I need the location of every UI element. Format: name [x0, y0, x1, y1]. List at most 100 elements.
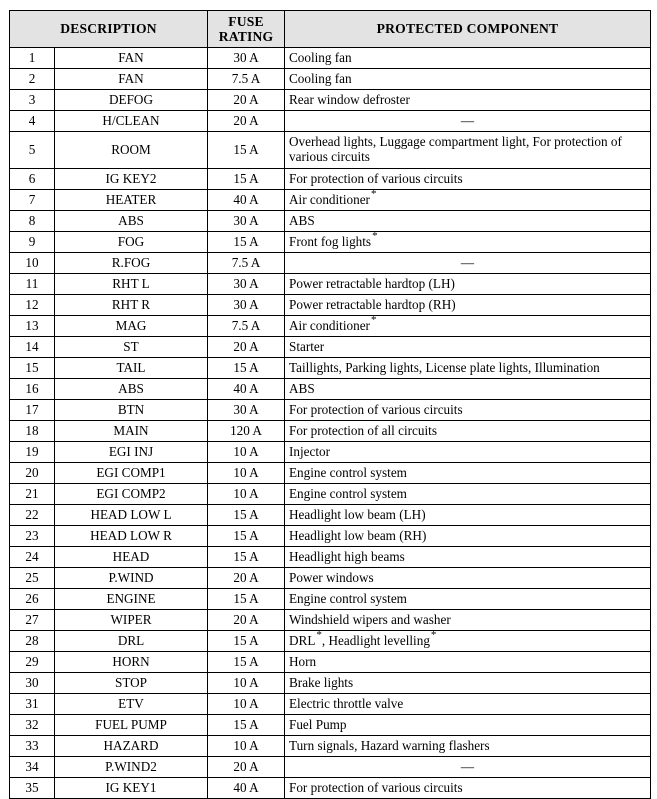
cell-protected-component-none: —	[284, 252, 651, 274]
table-row: 16 ABS 40 A ABS	[9, 378, 651, 400]
cell-fuse-rating: 30 A	[207, 273, 285, 295]
cell-fuse-rating: 30 A	[207, 399, 285, 421]
cell-fuse-number: 9	[9, 231, 55, 253]
table-row: 11 RHT L 30 A Power retractable hardtop (LH…	[9, 273, 651, 295]
cell-protected-component: Power retractable hardtop (RH)	[284, 294, 651, 316]
cell-protected-component: Turn signals, Hazard warning flashers	[284, 735, 651, 757]
cell-fuse-rating: 15 A	[207, 504, 285, 526]
cell-fuse-description: HEAD LOW L	[54, 504, 208, 526]
cell-fuse-number: 8	[9, 210, 55, 232]
table-row: 20 EGI COMP1 10 A Engine control system	[9, 462, 651, 484]
table-row: 15 TAIL 15 A Taillights, Parking lights, Li…	[9, 357, 651, 379]
cell-fuse-number: 13	[9, 315, 55, 337]
cell-fuse-rating: 10 A	[207, 693, 285, 715]
cell-fuse-rating: 20 A	[207, 567, 285, 589]
cell-protected-component: Headlight low beam (RH)	[284, 525, 651, 547]
table-row: 13 MAG 7.5 A Air conditioner*	[9, 314, 651, 337]
table-row: 32 FUEL PUMP 15 A Fuel Pump	[9, 714, 651, 736]
cell-protected-component: Front fog lights*	[284, 230, 651, 253]
footnote-asterisk-icon: *	[372, 230, 378, 243]
fuse-specification-table: DESCRIPTION FUSE RATING PROTECTED COMPON…	[9, 10, 651, 799]
footnote-asterisk-icon: *	[370, 188, 377, 201]
cell-fuse-number: 33	[9, 735, 55, 757]
cell-protected-component: Taillights, Parking lights, License plat…	[284, 357, 651, 379]
cell-fuse-number: 3	[9, 89, 55, 111]
cell-protected-component: Brake lights	[284, 672, 651, 694]
cell-protected-component: ABS	[284, 378, 651, 400]
table-row: 1 FAN 30 A Cooling fan	[9, 47, 651, 69]
cell-protected-component: Electric throttle valve	[284, 693, 651, 715]
cell-fuse-description: RHT R	[54, 294, 208, 316]
cell-fuse-rating: 7.5 A	[207, 252, 285, 274]
cell-fuse-number: 2	[9, 68, 55, 90]
cell-fuse-description: EGI INJ	[54, 441, 208, 463]
table-row: 23 HEAD LOW R 15 A Headlight low beam (RH)	[9, 525, 651, 547]
table-row: 31 ETV 10 A Electric throttle valve	[9, 693, 651, 715]
cell-fuse-rating: 15 A	[207, 357, 285, 379]
table-row: 18 MAIN 120 A For protection of all circuit…	[9, 420, 651, 442]
cell-fuse-number: 25	[9, 567, 55, 589]
table-row: 4 H/CLEAN 20 A —	[9, 110, 651, 132]
cell-fuse-number: 26	[9, 588, 55, 610]
table-row: 17 BTN 30 A For protection of various circu…	[9, 399, 651, 421]
footnote-asterisk-icon: *	[370, 314, 377, 327]
cell-protected-component: Windshield wipers and washer	[284, 609, 651, 631]
cell-fuse-description: ETV	[54, 693, 208, 715]
column-header-fuse-rating: FUSE RATING	[207, 10, 285, 48]
table-row: 3 DEFOG 20 A Rear window defroster	[9, 89, 651, 111]
cell-fuse-number: 35	[9, 777, 55, 799]
cell-fuse-description: FUEL PUMP	[54, 714, 208, 736]
cell-fuse-number: 18	[9, 420, 55, 442]
cell-fuse-rating: 20 A	[207, 609, 285, 631]
cell-fuse-number: 24	[9, 546, 55, 568]
table-row: 9 FOG 15 A Front fog lights*	[9, 230, 651, 253]
cell-fuse-number: 20	[9, 462, 55, 484]
cell-protected-component: Headlight high beams	[284, 546, 651, 568]
cell-protected-component: Rear window defroster	[284, 89, 651, 111]
cell-fuse-rating: 15 A	[207, 231, 285, 253]
cell-fuse-number: 28	[9, 630, 55, 652]
protected-component-text: Overhead lights, Luggage compartment lig…	[289, 134, 622, 164]
cell-protected-component: For protection of various circuits	[284, 168, 651, 190]
cell-protected-component: Power retractable hardtop (LH)	[284, 273, 651, 295]
cell-fuse-number: 16	[9, 378, 55, 400]
cell-protected-component: Starter	[284, 336, 651, 358]
column-header-protected-component: PROTECTED COMPONENT	[284, 10, 651, 48]
cell-protected-component: For protection of various circuits	[284, 399, 651, 421]
cell-protected-component: Injector	[284, 441, 651, 463]
cell-fuse-description: IG KEY2	[54, 168, 208, 190]
cell-fuse-rating: 20 A	[207, 110, 285, 132]
cell-protected-component: Fuel Pump	[284, 714, 651, 736]
protected-component-text: Air conditioner	[289, 317, 370, 333]
cell-fuse-number: 7	[9, 189, 55, 211]
cell-fuse-rating: 15 A	[207, 714, 285, 736]
table-row: 10 R.FOG 7.5 A —	[9, 252, 651, 274]
cell-protected-component: For protection of various circuits	[284, 777, 651, 799]
cell-fuse-description: HORN	[54, 651, 208, 673]
table-row: 25 P.WIND 20 A Power windows	[9, 567, 651, 589]
cell-fuse-rating: 15 A	[207, 525, 285, 547]
cell-fuse-rating: 10 A	[207, 672, 285, 694]
cell-fuse-rating: 20 A	[207, 756, 285, 778]
cell-protected-component: Horn	[284, 651, 651, 673]
table-row: 33 HAZARD 10 A Turn signals, Hazard warning…	[9, 735, 651, 757]
cell-fuse-number: 22	[9, 504, 55, 526]
cell-protected-component: Engine control system	[284, 588, 651, 610]
cell-fuse-description: ABS	[54, 378, 208, 400]
cell-fuse-description: STOP	[54, 672, 208, 694]
cell-fuse-description: ENGINE	[54, 588, 208, 610]
cell-fuse-number: 19	[9, 441, 55, 463]
table-row: 19 EGI INJ 10 A Injector	[9, 441, 651, 463]
cell-protected-component: Cooling fan	[284, 47, 651, 69]
cell-fuse-number: 5	[9, 131, 55, 169]
cell-fuse-rating: 20 A	[207, 89, 285, 111]
cell-fuse-number: 23	[9, 525, 55, 547]
table-row: 29 HORN 15 A Horn	[9, 651, 651, 673]
cell-protected-component: Cooling fan	[284, 68, 651, 90]
cell-fuse-description: IG KEY1	[54, 777, 208, 799]
cell-fuse-number: 12	[9, 294, 55, 316]
cell-fuse-number: 30	[9, 672, 55, 694]
cell-fuse-description: TAIL	[54, 357, 208, 379]
column-header-description: DESCRIPTION	[9, 10, 208, 48]
cell-fuse-rating: 15 A	[207, 651, 285, 673]
